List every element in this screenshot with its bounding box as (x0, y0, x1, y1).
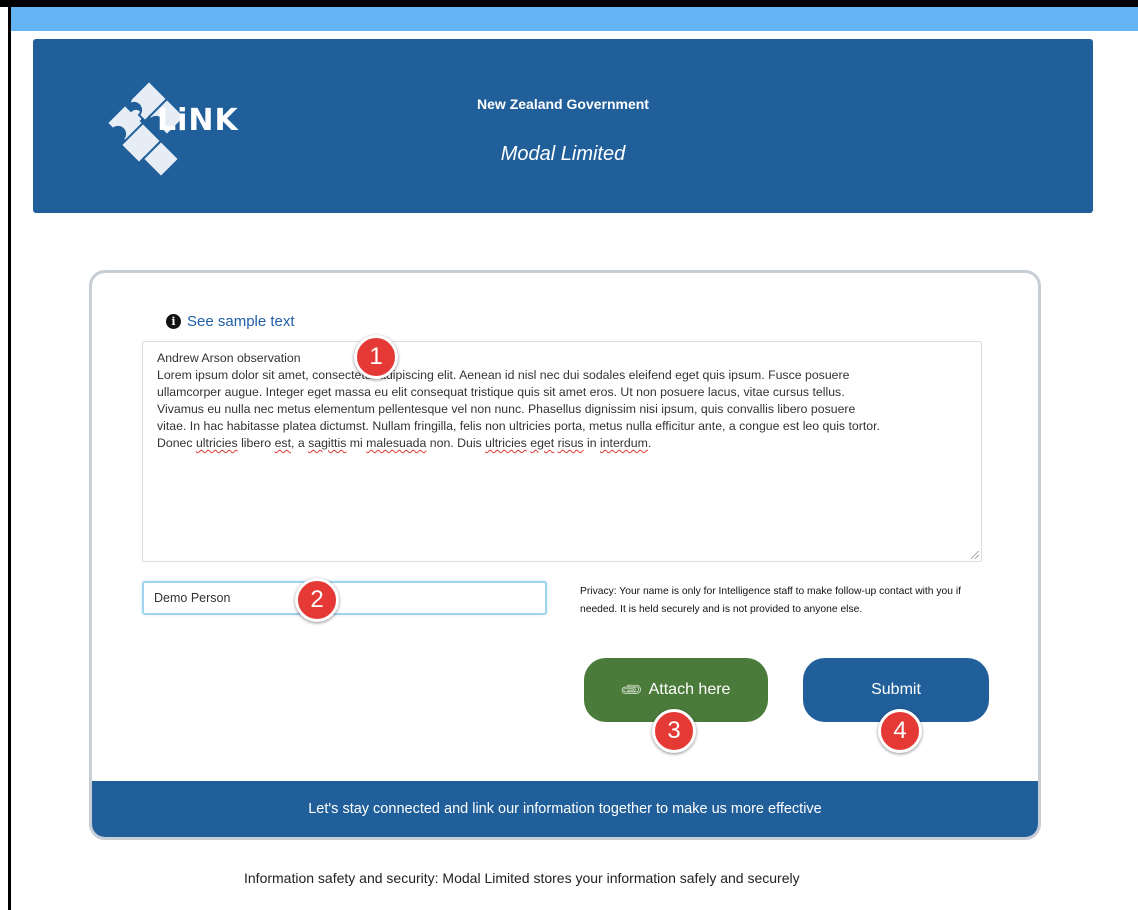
info-icon: i (166, 314, 181, 329)
card-footer-band: Let's stay connected and link our inform… (92, 781, 1038, 837)
observation-line-last: Donec ultricies libero est, a sagittis m… (157, 435, 967, 452)
observation-line: ullamcorper augue. Integer eget massa eu… (157, 385, 845, 399)
government-label: New Zealand Government (477, 96, 649, 112)
observation-line: Vivamus eu nulla nec metus elementum pel… (157, 402, 856, 416)
text-run: non. Duis (426, 436, 486, 450)
annotation-marker-1: 1 (354, 335, 398, 379)
text-run: , a (290, 436, 309, 450)
footer-band-text: Let's stay connected and link our inform… (308, 801, 822, 817)
submission-card: i See sample text Andrew Arson observati… (89, 270, 1041, 840)
resize-handle[interactable] (971, 551, 979, 559)
top-strip (11, 7, 1138, 31)
misspelled-word: malesuada (366, 436, 427, 450)
name-field-value: Demo Person (154, 591, 231, 605)
paperclip-icon: 📎︎ (618, 677, 645, 704)
misspelled-word: interdum (599, 436, 648, 450)
misspelled-word: ultricies (195, 436, 238, 450)
text-run: mi (346, 436, 367, 450)
window-left-gutter (0, 0, 8, 910)
annotation-marker-4: 4 (878, 709, 922, 753)
site-header: LiNK New Zealand Government Modal Limite… (33, 39, 1093, 213)
text-run: libero (237, 436, 275, 450)
see-sample-text-label: See sample text (187, 313, 295, 330)
window-top-border (0, 0, 1138, 7)
misspelled-word: est (274, 436, 291, 450)
privacy-notice: Privacy: Your name is only for Intellige… (580, 586, 961, 615)
text-run: in (583, 436, 600, 450)
see-sample-text-link[interactable]: i See sample text (166, 313, 295, 330)
misspelled-word: ultricies (485, 436, 527, 450)
text-run: . (647, 436, 652, 450)
observation-textarea[interactable]: Andrew Arson observation Lorem ipsum dol… (142, 341, 982, 562)
annotation-marker-2: 2 (295, 578, 339, 622)
attach-button-label: Attach here (648, 681, 731, 698)
page-footer-text: Information safety and security: Modal L… (244, 870, 800, 886)
misspelled-word: eget (530, 436, 555, 450)
misspelled-word: risus (557, 436, 584, 450)
company-name: Modal Limited (500, 143, 626, 165)
logo-text: LiNK (157, 103, 239, 138)
text-run: Donec (157, 436, 196, 450)
misspelled-word: sagittis (308, 436, 347, 450)
observation-line: Andrew Arson observation (157, 351, 301, 365)
observation-line: Lorem ipsum dolor sit amet, consectetur … (157, 368, 850, 382)
name-field[interactable]: Demo Person (142, 581, 547, 615)
submit-button-label: Submit (871, 681, 921, 698)
annotation-marker-3: 3 (652, 709, 696, 753)
observation-line: vitae. In hac habitasse platea dictumst.… (157, 419, 880, 433)
